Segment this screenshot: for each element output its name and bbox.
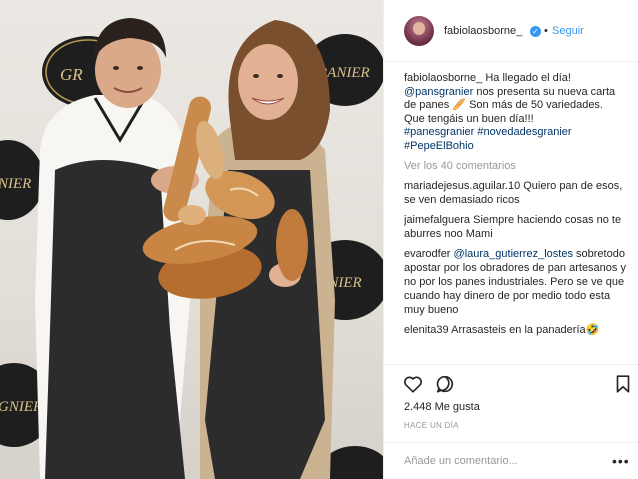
- add-comment-input[interactable]: [404, 455, 594, 467]
- post-sidebar: fabiolaosborne_ ✓ • Seguir fabiolaosborn…: [383, 0, 638, 479]
- bookmark-icon[interactable]: [612, 373, 634, 395]
- post-timestamp[interactable]: HACE UN DÍA: [404, 421, 459, 430]
- view-all-comments-link[interactable]: Ver los 40 comentarios: [404, 159, 626, 173]
- svg-text:GR: GR: [60, 65, 83, 84]
- comment-username-link[interactable]: jaimefalguera: [404, 214, 470, 226]
- post-actions-bar: [384, 364, 638, 400]
- avatar[interactable]: [404, 16, 434, 46]
- header-username-link[interactable]: fabiolaosborne_: [444, 25, 522, 37]
- granier-logo-left: NIER: [0, 140, 44, 220]
- header-separator: •: [544, 25, 548, 37]
- verified-check-icon: ✓: [530, 26, 541, 37]
- photo-illustration: GR RANIER NIER RANIER GNIER: [0, 18, 383, 479]
- likes-count[interactable]: 2.448 Me gusta: [404, 401, 480, 413]
- comments-list[interactable]: fabiolaosborne_ Ha llegado el día! @pans…: [404, 72, 626, 362]
- comment-item: mariadejesus.aguilar.10 Quiero pan de es…: [404, 179, 626, 207]
- caption-hashtags-link[interactable]: #panesgranier #novedadesgranier #PepeElB…: [404, 126, 572, 152]
- more-options-icon[interactable]: •••: [612, 453, 630, 469]
- comment-item: jaimefalguera Siempre haciendo cosas no …: [404, 213, 626, 241]
- svg-text:GNIER: GNIER: [0, 399, 42, 415]
- post-photo[interactable]: GR RANIER NIER RANIER GNIER: [0, 0, 383, 479]
- comment-item: elenita39 Arrasasteis en la panadería🤣: [404, 323, 626, 337]
- comment-bubble-icon[interactable]: [434, 373, 456, 395]
- heart-icon[interactable]: [402, 373, 424, 395]
- caption-mention-link[interactable]: @pansgranier: [404, 86, 473, 98]
- comment-text: Arrasasteis en la panadería🤣: [448, 324, 600, 336]
- caption-text-1: Ha llegado el día!: [482, 72, 571, 84]
- follow-button[interactable]: Seguir: [552, 25, 584, 37]
- post-header: fabiolaosborne_ ✓ • Seguir: [384, 0, 638, 62]
- comment-username-link[interactable]: elenita39: [404, 324, 449, 336]
- comment-username-link[interactable]: mariadejesus.aguilar.10: [404, 180, 520, 192]
- caption-username-link[interactable]: fabiolaosborne_: [404, 72, 482, 84]
- comment-username-link[interactable]: evarodfer: [404, 248, 450, 260]
- svg-text:NIER: NIER: [0, 176, 31, 192]
- comment-mention-link[interactable]: @laura_gutierrez_lostes: [454, 248, 573, 260]
- add-comment-bar: •••: [384, 442, 638, 479]
- comment-item: evarodfer @laura_gutierrez_lostes sobret…: [404, 247, 626, 317]
- post-caption: fabiolaosborne_ Ha llegado el día! @pans…: [404, 72, 626, 153]
